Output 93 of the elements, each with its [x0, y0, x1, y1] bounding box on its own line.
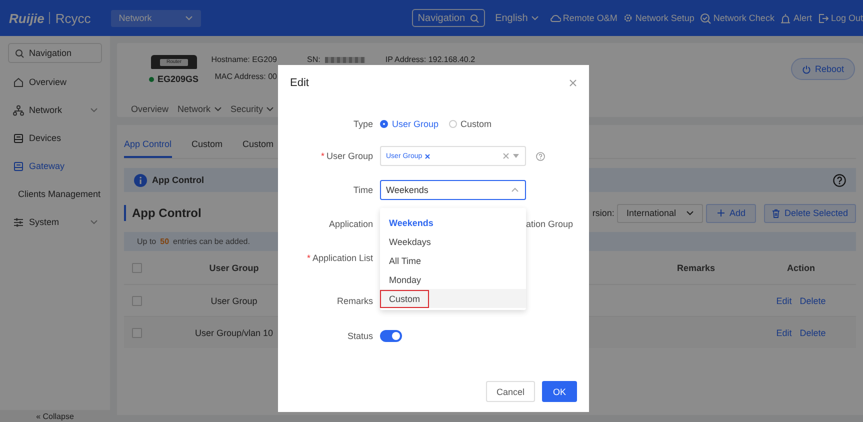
chevron-down-icon: [184, 14, 193, 22]
alarm-icon: [780, 12, 792, 24]
column-header: Action: [786, 262, 816, 272]
serial-number-label: SN:: [307, 55, 320, 64]
remove-icon[interactable]: [425, 154, 430, 158]
field-label: Application: [328, 219, 373, 229]
caret-icon: [513, 154, 519, 158]
version-label: rsion:: [592, 208, 614, 218]
field-label: Time: [352, 185, 373, 195]
search-icon: [470, 14, 480, 22]
search-icon: [15, 48, 24, 58]
select-all-checkbox[interactable]: [132, 262, 142, 272]
sidebar-item[interactable]: Gateway: [0, 152, 110, 180]
field-label: Remarks: [336, 296, 373, 306]
tab[interactable]: Custom: [192, 139, 223, 158]
header-link[interactable]: Remote O&M: [550, 13, 618, 23]
navigation-search-button[interactable]: Navigation: [412, 9, 486, 27]
chevron-down-icon: [686, 209, 694, 217]
logo-product: Rcycc: [55, 10, 91, 26]
sliders-icon: [13, 216, 24, 228]
dropdown-option[interactable]: All Time: [380, 251, 526, 270]
status-toggle[interactable]: [380, 330, 402, 342]
close-icon[interactable]: [569, 79, 577, 87]
device-icon: [13, 132, 24, 144]
row-checkbox[interactable]: [132, 328, 142, 338]
help-icon[interactable]: [536, 152, 545, 160]
action-link[interactable]: Delete: [800, 328, 826, 338]
cancel-button[interactable]: Cancel: [486, 381, 535, 402]
device-menu-item[interactable]: Network: [178, 104, 222, 114]
section-title: App Control: [124, 205, 202, 221]
action-link[interactable]: Edit: [776, 328, 792, 338]
delete-selected-button[interactable]: Delete Selected: [764, 204, 856, 222]
ok-button[interactable]: OK: [542, 381, 577, 402]
tab[interactable]: App Control: [124, 139, 172, 158]
column-header: Remarks: [676, 262, 716, 272]
header-link[interactable]: Alert: [780, 12, 812, 24]
sidebar-item[interactable]: Network: [0, 96, 110, 124]
field-label: Status: [346, 331, 373, 341]
power-icon: [802, 64, 811, 74]
sidebar-item[interactable]: Clients Management: [0, 180, 110, 208]
table-cell-text: User Group: [210, 296, 258, 306]
dropdown-option[interactable]: Weekdays: [380, 232, 526, 251]
ip-address-text: IP Address: 192.168.40.2: [385, 55, 476, 64]
table-cell-text: User Group/vlan 10: [194, 328, 274, 338]
field-label: * User Group: [320, 151, 373, 161]
sidebar-item[interactable]: System: [0, 208, 110, 236]
logout-icon: [818, 12, 829, 24]
blurred-serial-number: [325, 56, 366, 62]
info-icon: [134, 174, 147, 186]
dialog-title: Edit: [290, 77, 309, 89]
chevron-down-icon: [530, 14, 539, 22]
sidebar-item[interactable]: Devices: [0, 124, 110, 152]
tab[interactable]: Custom: [242, 139, 274, 158]
cloud-icon: [550, 13, 561, 23]
time-select[interactable]: Weekends: [380, 180, 526, 200]
help-icon[interactable]: [833, 174, 846, 186]
field-label: Type: [352, 119, 373, 129]
info-title: App Control: [152, 175, 204, 185]
action-link[interactable]: Edit: [776, 296, 792, 306]
add-button[interactable]: Add: [706, 204, 756, 222]
navigation-search-field[interactable]: Navigation: [8, 43, 102, 63]
device-menu-item[interactable]: Security: [230, 104, 274, 114]
device-model: EG209GS: [157, 74, 199, 84]
header-link[interactable]: Log Out: [818, 12, 863, 24]
radio-option[interactable]: User Group: [380, 119, 439, 129]
action-link[interactable]: Delete: [800, 296, 826, 306]
clear-icon[interactable]: [503, 153, 509, 159]
header-link[interactable]: Network Setup: [623, 13, 694, 23]
mac-address-text: MAC Address: 00: [214, 72, 277, 81]
network-icon: [13, 104, 24, 116]
dropdown-option[interactable]: Weekends: [380, 213, 526, 232]
dropdown-option[interactable]: Custom: [380, 289, 526, 308]
column-header: User Group: [208, 262, 260, 272]
header-link[interactable]: Network Check: [700, 12, 774, 24]
hostname-text: Hostname: EG209: [211, 55, 277, 64]
gear-icon: [623, 13, 634, 23]
device-icon: [13, 160, 24, 172]
chevron-icon: [511, 186, 519, 194]
plus-icon: [717, 209, 726, 217]
magnifier-icon: [700, 12, 712, 24]
row-checkbox[interactable]: [132, 296, 142, 306]
field-label: * Application List: [306, 253, 373, 263]
version-select[interactable]: International: [617, 204, 704, 222]
home-icon: [13, 76, 24, 88]
dropdown-option[interactable]: Monday: [380, 270, 526, 289]
collapse-button[interactable]: « Collapse: [0, 410, 110, 422]
radio-option[interactable]: Custom: [448, 119, 492, 129]
device-menu-item[interactable]: Overview: [131, 104, 169, 114]
logo-brand: Ruijie: [9, 10, 44, 26]
language-select[interactable]: English: [495, 12, 539, 24]
trash-icon: [772, 208, 780, 218]
reboot-button[interactable]: Reboot: [790, 58, 855, 80]
sidebar-item[interactable]: Overview: [0, 68, 110, 96]
